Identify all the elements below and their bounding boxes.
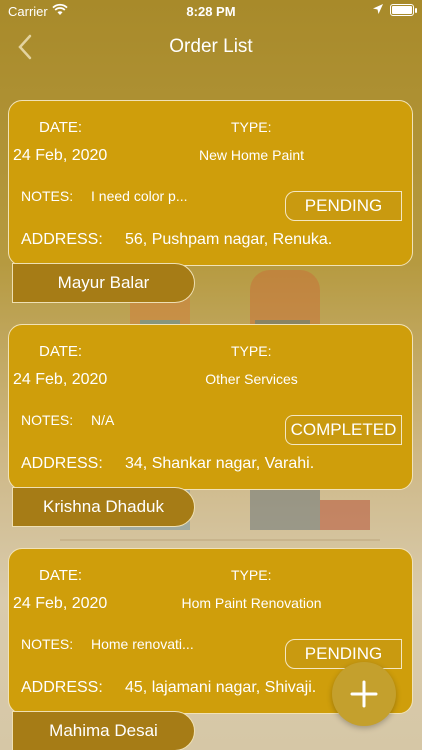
order-date: 24 Feb, 2020 [13,371,108,388]
address-label: ADDRESS: [21,231,103,248]
status-bar: Carrier 8:28 PM [0,0,422,22]
type-label: TYPE: [231,567,272,583]
order-date: 24 Feb, 2020 [13,147,108,164]
order-address: 56, Pushpam nagar, Renuka. [125,231,333,248]
notes-label: NOTES: [21,412,74,428]
order-date: 24 Feb, 2020 [13,595,108,612]
type-label: TYPE: [231,343,272,359]
page-title: Order List [169,36,253,57]
battery-tip [415,8,417,13]
navigation-bar: Order List [0,22,422,72]
customer-name-tag[interactable]: Mayur Balar [12,263,195,303]
order-notes: I need color p... [91,188,188,204]
status-badge: PENDING [285,639,402,669]
address-label: ADDRESS: [21,679,103,696]
order-card[interactable]: DATE: TYPE: 24 Feb, 2020 Other Services … [8,324,413,490]
order-notes: N/A [91,412,115,428]
type-label: TYPE: [231,119,272,135]
plus-icon [350,680,378,708]
location-arrow-icon [372,3,384,18]
order-address: 34, Shankar nagar, Varahi. [125,455,315,472]
date-label: DATE: [39,119,83,136]
address-label: ADDRESS: [21,455,103,472]
order-type: Other Services [205,371,298,387]
order-card[interactable]: DATE: TYPE: 24 Feb, 2020 New Home Paint … [8,100,413,266]
notes-label: NOTES: [21,188,74,204]
add-order-button[interactable] [332,662,396,726]
notes-label: NOTES: [21,636,74,652]
date-label: DATE: [39,343,83,360]
order-type: New Home Paint [198,147,305,163]
order-notes: Home renovati... [91,636,194,652]
clock: 8:28 PM [186,4,236,19]
customer-name-tag[interactable]: Krishna Dhaduk [12,487,195,527]
battery-icon [390,4,414,16]
order-address: 45, lajamani nagar, Shivaji. [125,679,317,696]
customer-name-tag[interactable]: Mahima Desai [12,711,195,750]
date-label: DATE: [39,567,83,584]
order-type: Hom Paint Renovation [181,595,322,611]
status-badge: COMPLETED [285,415,402,445]
status-badge: PENDING [285,191,402,221]
